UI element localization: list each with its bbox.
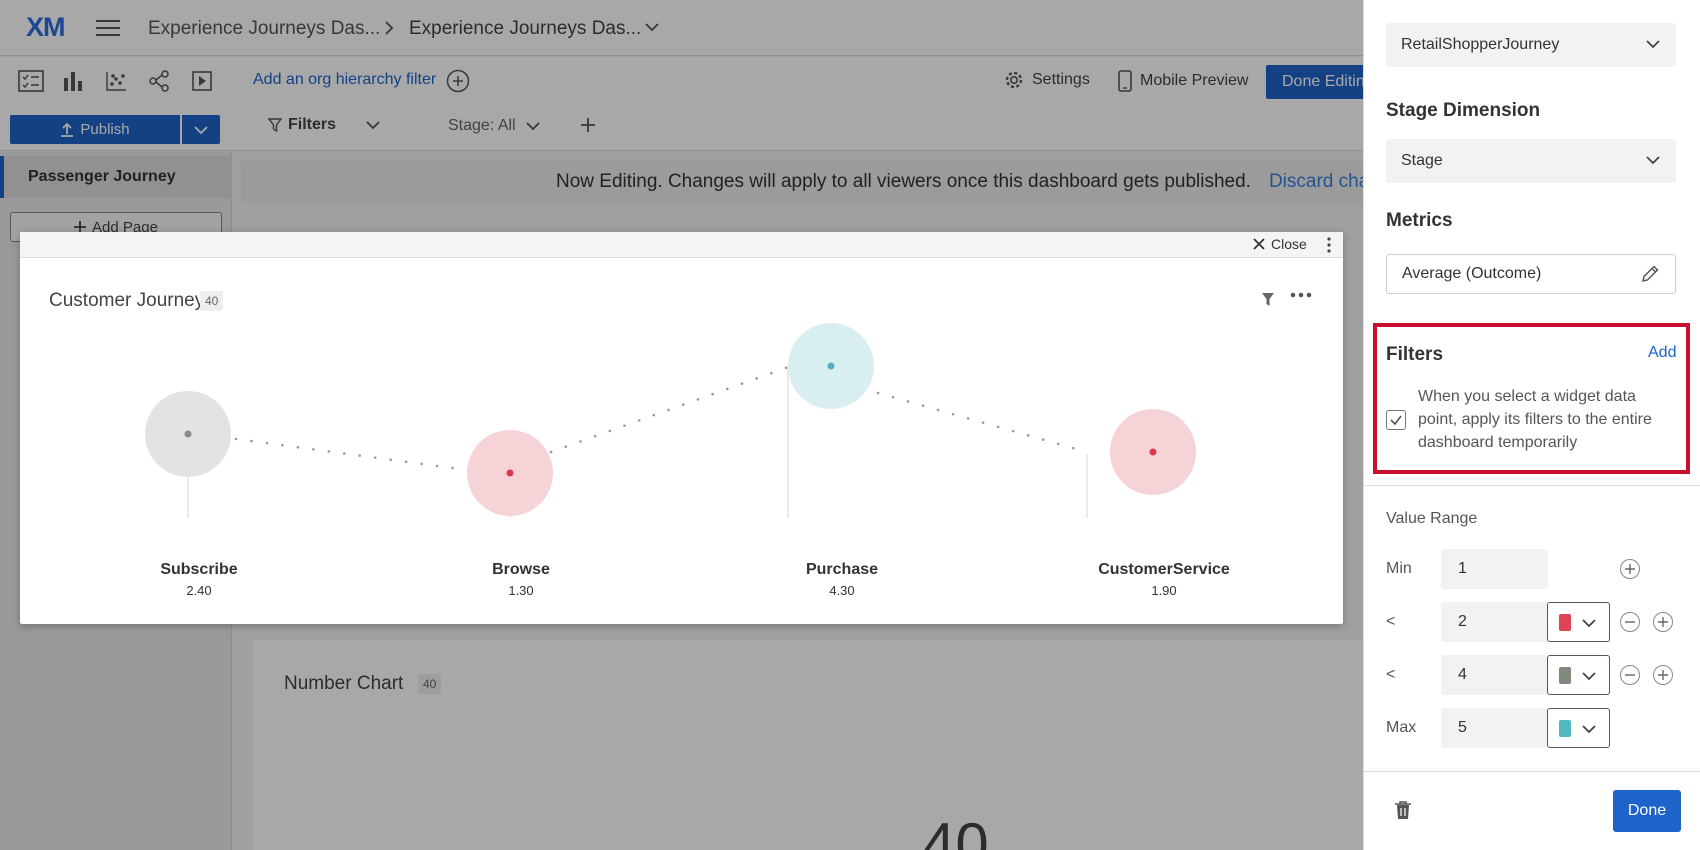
close-button[interactable]: Close	[1253, 236, 1307, 252]
vertical-more-icon[interactable]	[1326, 237, 1332, 253]
apply-filters-checkbox-label: When you select a widget data point, app…	[1418, 388, 1652, 451]
chevron-down-icon	[1582, 672, 1596, 681]
range-label-max: Max	[1386, 719, 1417, 736]
apply-filters-checkbox[interactable]	[1386, 410, 1406, 430]
more-options-icon[interactable]	[1290, 292, 1312, 298]
range-input-threshold-2[interactable]: 4	[1441, 655, 1548, 695]
journey-select[interactable]: RetailShopperJourney	[1386, 23, 1676, 67]
range-input-max[interactable]: 5	[1441, 708, 1548, 748]
stage-name-purchase: Purchase	[805, 561, 879, 578]
stage-stems	[187, 366, 1088, 518]
stage-value-customerservice: 1.90	[1151, 583, 1177, 598]
trash-icon[interactable]	[1394, 800, 1412, 820]
gray-color-swatch	[1559, 667, 1571, 684]
remove-range-minus-icon[interactable]	[1620, 665, 1640, 685]
close-label: Close	[1271, 236, 1307, 252]
add-range-plus-icon[interactable]	[1653, 665, 1673, 685]
stage-value-purchase: 4.30	[829, 583, 855, 598]
journey-chart	[145, 323, 1196, 518]
add-filter-link[interactable]: Add	[1648, 344, 1676, 362]
chevron-down-icon	[1646, 156, 1660, 165]
journey-connector-lines	[234, 363, 1089, 472]
add-range-plus-icon[interactable]	[1620, 559, 1640, 579]
chevron-down-icon	[1582, 619, 1596, 628]
stage-value-browse: 1.30	[508, 583, 534, 598]
stage-dot-subscribe	[184, 430, 192, 438]
metric-field[interactable]: Average (Outcome)	[1386, 254, 1676, 294]
stage-dimension-heading: Stage Dimension	[1386, 100, 1541, 121]
stage-name-subscribe: Subscribe	[160, 561, 238, 578]
range-color-dropdown[interactable]	[1547, 602, 1610, 642]
add-range-plus-icon[interactable]	[1653, 612, 1673, 632]
stage-dimension-select[interactable]: Stage	[1386, 139, 1676, 183]
done-button[interactable]: Done	[1613, 790, 1681, 832]
stage-dimension-value: Stage	[1401, 152, 1443, 169]
chevron-down-icon	[1646, 40, 1660, 49]
divider	[1363, 771, 1700, 772]
range-label-less-than: <	[1386, 666, 1396, 683]
stage-name-browse: Browse	[492, 561, 550, 578]
value-range-heading: Value Range	[1386, 510, 1478, 527]
stage-bubbles[interactable]	[145, 323, 1196, 516]
metrics-heading: Metrics	[1386, 210, 1453, 231]
range-input-min[interactable]: 1	[1441, 549, 1548, 589]
teal-color-swatch	[1559, 720, 1571, 737]
pencil-edit-icon[interactable]	[1640, 264, 1660, 284]
range-label-less-than: <	[1386, 613, 1396, 630]
stage-dot-browse	[506, 469, 514, 477]
checkmark-icon	[1390, 415, 1402, 426]
close-icon	[1253, 238, 1265, 250]
stage-name-customerservice: CustomerService	[1098, 561, 1230, 578]
stage-value-subscribe: 2.40	[186, 583, 212, 598]
red-color-swatch	[1559, 614, 1571, 631]
range-label-min: Min	[1386, 560, 1412, 577]
filters-heading: Filters	[1386, 344, 1444, 365]
range-input-threshold-1[interactable]: 2	[1441, 602, 1548, 642]
remove-range-minus-icon[interactable]	[1620, 612, 1640, 632]
range-color-dropdown[interactable]	[1547, 708, 1610, 748]
range-color-dropdown[interactable]	[1547, 655, 1610, 695]
stage-dot-purchase	[827, 362, 835, 370]
divider	[1363, 485, 1700, 486]
chevron-down-icon	[1582, 725, 1596, 734]
modal-header	[20, 232, 1343, 258]
journey-select-value: RetailShopperJourney	[1401, 36, 1560, 53]
stage-dot-customerservice	[1149, 448, 1157, 456]
